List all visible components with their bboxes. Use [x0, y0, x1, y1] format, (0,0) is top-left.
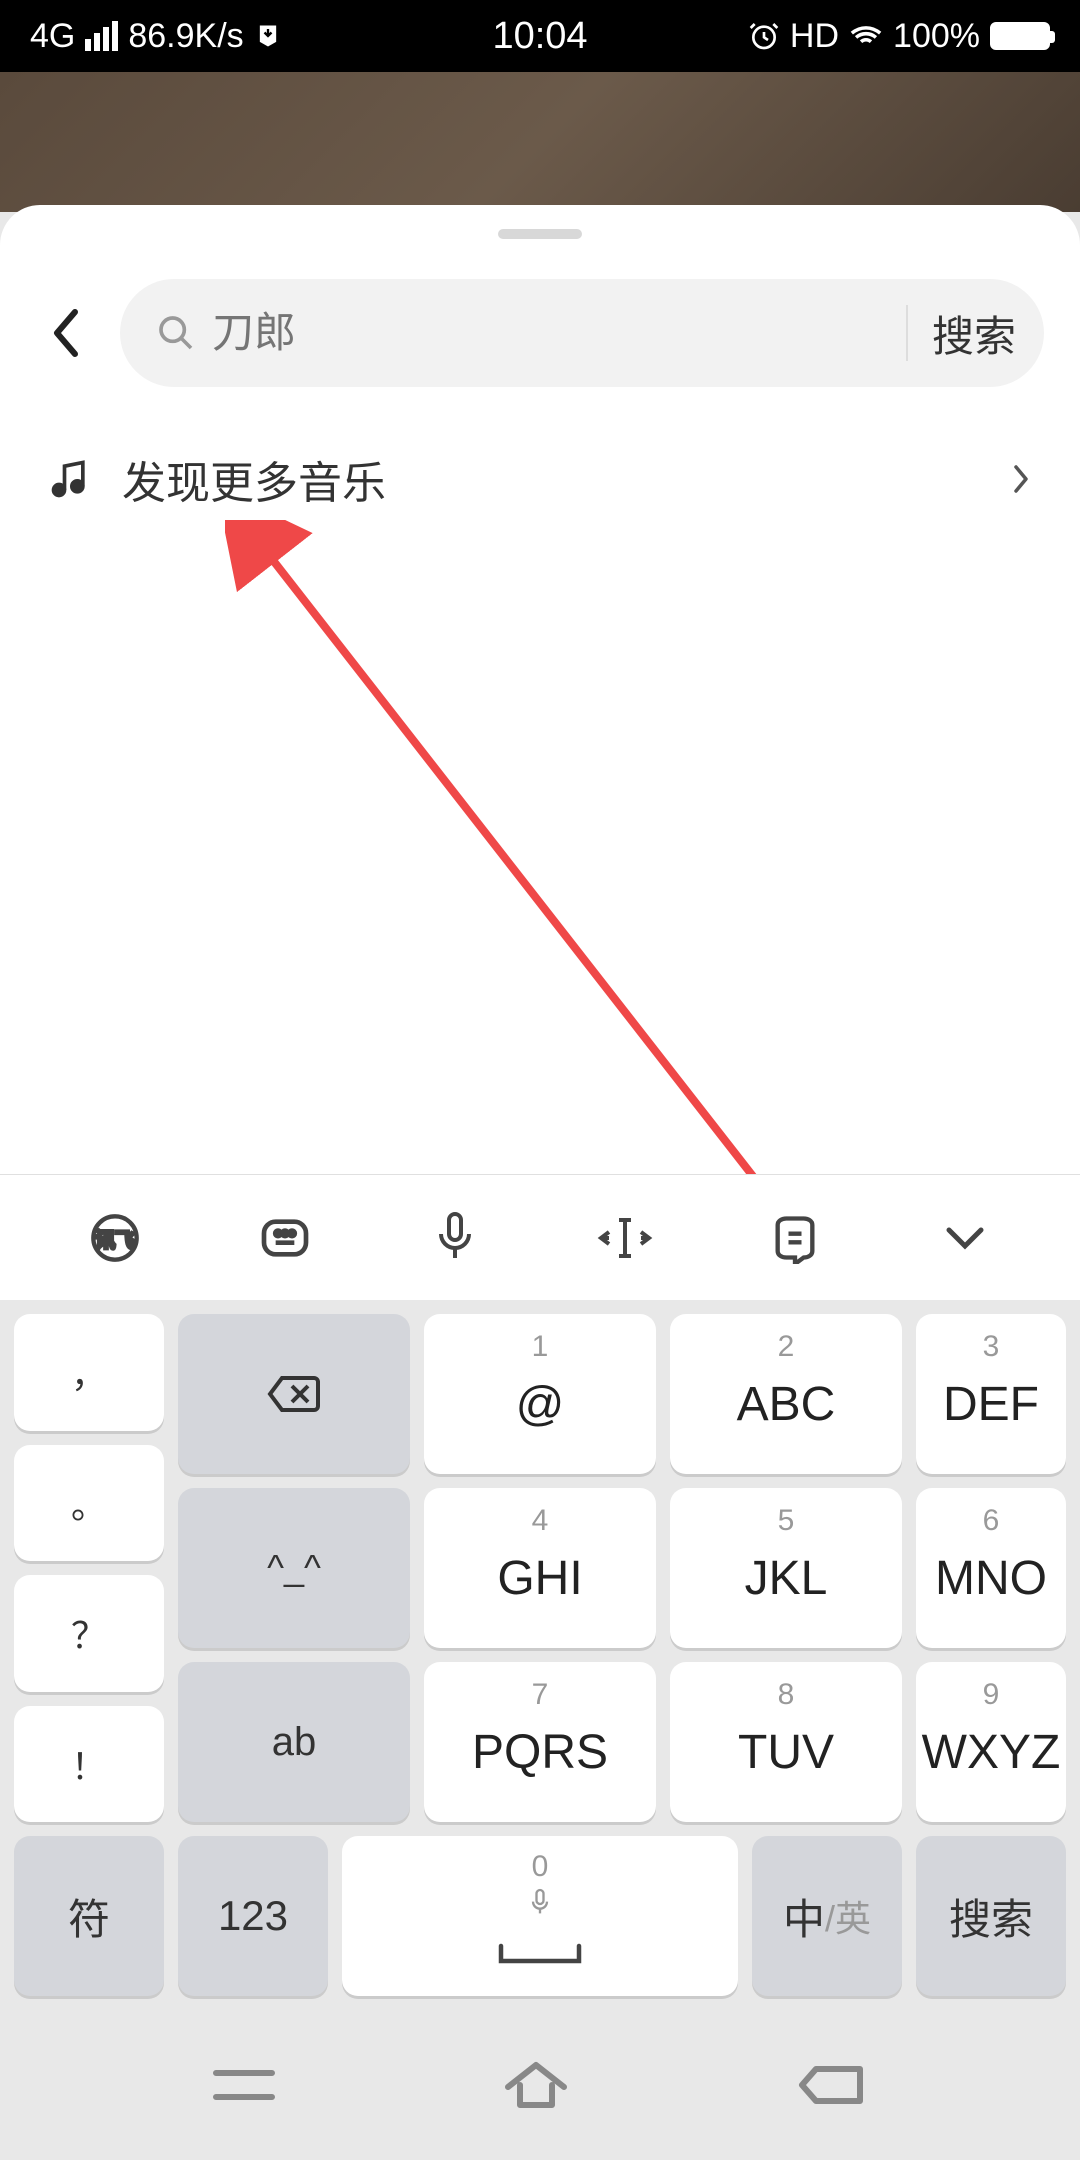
search-input[interactable] [212, 309, 882, 357]
search-button[interactable]: 搜索 [932, 303, 1016, 364]
backspace-icon [266, 1373, 322, 1415]
key-search[interactable]: 搜索 [916, 1836, 1066, 1996]
key-7-pqrs[interactable]: 7PQRS [424, 1662, 656, 1822]
home-icon[interactable] [500, 2059, 572, 2111]
chevron-left-icon [48, 305, 84, 361]
search-icon [156, 313, 196, 353]
key-backspace[interactable] [178, 1314, 410, 1474]
back-nav-icon[interactable] [796, 2061, 868, 2109]
key-space[interactable]: 0 [342, 1836, 738, 1996]
battery-pct: 100% [893, 17, 980, 56]
key-ab[interactable]: ab [178, 1662, 410, 1822]
collapse-keyboard-icon[interactable] [933, 1206, 997, 1270]
punctuation-column: ， 。 ？ ！ [14, 1314, 164, 1822]
cursor-mode-icon[interactable] [593, 1206, 657, 1270]
key-123[interactable]: 123 [178, 1836, 328, 1996]
signal-icon [85, 21, 118, 51]
discover-label: 发现更多音乐 [122, 447, 978, 511]
back-button[interactable] [36, 303, 96, 363]
background-image [0, 72, 1080, 212]
keyboard-settings-icon[interactable] [253, 1206, 317, 1270]
key-1-at[interactable]: 1@ [424, 1314, 656, 1474]
key-9-wxyz[interactable]: 9WXYZ [916, 1662, 1066, 1822]
sheet-handle[interactable] [498, 229, 582, 239]
discover-more-row[interactable]: 发现更多音乐 [0, 387, 1080, 571]
hd-label: HD [790, 17, 839, 56]
wifi-icon [849, 19, 883, 53]
key-3-def[interactable]: 3DEF [916, 1314, 1066, 1474]
system-nav-bar [0, 2010, 1080, 2160]
chevron-right-icon [1008, 461, 1032, 497]
key-8-tuv[interactable]: 8TUV [670, 1662, 902, 1822]
battery-icon [990, 22, 1050, 50]
ime-logo-icon[interactable]: 讯飞 [83, 1206, 147, 1270]
key-5-jkl[interactable]: 5JKL [670, 1488, 902, 1648]
key-2-abc[interactable]: 2ABC [670, 1314, 902, 1474]
mic-icon [526, 1886, 554, 1922]
download-icon [254, 22, 282, 50]
key-emoji[interactable]: ^_^ [178, 1488, 410, 1648]
voice-input-icon[interactable] [423, 1206, 487, 1270]
keyboard-toolbar: 讯飞 [0, 1174, 1080, 1300]
key-comma[interactable]: ， [14, 1314, 164, 1431]
key-exclaim[interactable]: ！ [14, 1706, 164, 1823]
key-6-mno[interactable]: 6MNO [916, 1488, 1066, 1648]
key-period[interactable]: 。 [14, 1445, 164, 1562]
key-language[interactable]: 中/英 [752, 1836, 902, 1996]
spacebar-icon [495, 1940, 585, 1970]
network-type: 4G [30, 17, 75, 56]
key-4-ghi[interactable]: 4GHI [424, 1488, 656, 1648]
status-bar: 4G 86.9K/s 10:04 HD 100% [0, 0, 1080, 72]
key-question[interactable]: ？ [14, 1575, 164, 1692]
keyboard: 讯飞 ， 。 ？ ！ 1@ 2ABC 3DEF [0, 1174, 1080, 2160]
clock: 10:04 [492, 15, 587, 58]
clipboard-icon[interactable] [763, 1206, 827, 1270]
svg-text:讯飞: 讯飞 [95, 1229, 134, 1251]
divider [906, 305, 908, 361]
recent-apps-icon[interactable] [212, 2061, 276, 2109]
alarm-icon [748, 20, 780, 52]
network-speed: 86.9K/s [128, 17, 243, 56]
right-column: ^_^ ab [178, 1314, 410, 1822]
search-box[interactable]: 搜索 [120, 279, 1044, 387]
music-icon [48, 457, 92, 501]
key-symbols[interactable]: 符 [14, 1836, 164, 1996]
